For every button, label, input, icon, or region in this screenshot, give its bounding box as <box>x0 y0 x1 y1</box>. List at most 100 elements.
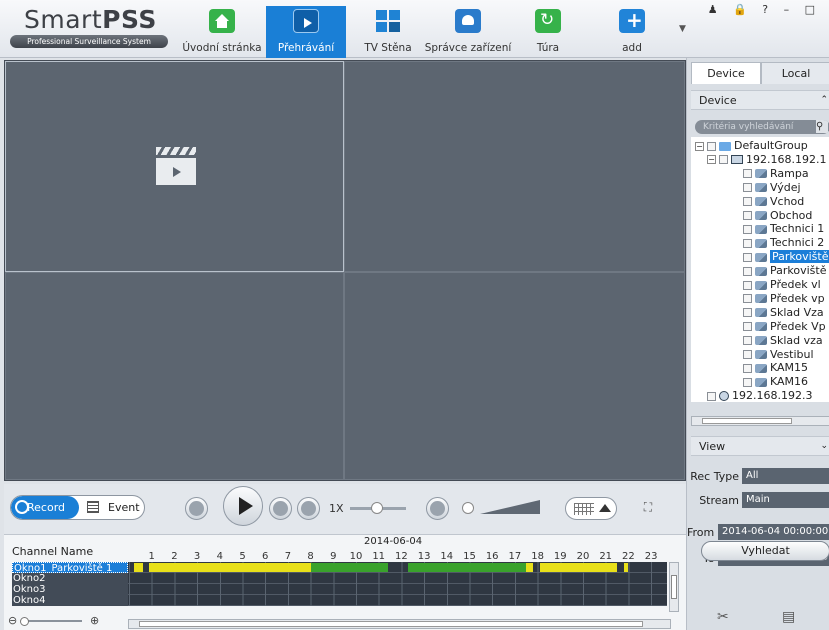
tab-record[interactable]: Record <box>11 496 79 519</box>
tree-camera-node[interactable]: Parkoviště <box>743 264 827 277</box>
device-section-header[interactable]: Device ⌃ <box>691 90 829 110</box>
tree-device-node[interactable]: 192.168.192.3 <box>707 389 812 402</box>
tree-camera-node[interactable]: Obchod <box>743 209 812 222</box>
tree-camera-node[interactable]: Výdej <box>743 181 801 194</box>
audio-button[interactable] <box>426 497 449 520</box>
tree-checkbox[interactable] <box>707 391 716 401</box>
timeline-row[interactable]: Okno2 <box>12 573 667 584</box>
tree-group-node[interactable]: − DefaultGroup <box>695 139 808 152</box>
tree-camera-node[interactable]: Technici 2 <box>743 236 824 249</box>
timeline-row-label[interactable]: Okno3 <box>12 584 128 595</box>
nav-tour[interactable]: Túra <box>526 6 570 58</box>
tree-camera-node[interactable]: KAM15 <box>743 361 808 374</box>
tree-checkbox[interactable] <box>743 252 752 262</box>
search-button[interactable]: Vyhledat <box>701 541 829 561</box>
next-frame-button[interactable] <box>297 497 320 520</box>
tree-checkbox[interactable] <box>743 238 752 248</box>
tree-camera-node[interactable]: Předek Vp <box>743 320 826 333</box>
tab-event[interactable]: Event <box>83 496 144 519</box>
record-segment[interactable] <box>526 563 534 572</box>
tree-camera-node[interactable]: Předek vl <box>743 278 821 291</box>
volume-slider-handle[interactable] <box>462 502 474 514</box>
timeline-row-label[interactable]: Okno2 <box>12 573 128 584</box>
tree-camera-node[interactable]: Sklad Vza <box>743 306 824 319</box>
tree-checkbox[interactable] <box>707 141 716 151</box>
view-section-header[interactable]: View ⌄ <box>691 436 829 456</box>
from-datetime-field[interactable]: 2014-06-04 00:00:00 <box>718 524 829 540</box>
layout-select-button[interactable] <box>565 497 617 520</box>
export-icon[interactable]: ▤ <box>782 609 795 625</box>
tree-checkbox[interactable] <box>743 224 752 234</box>
video-pane-1[interactable] <box>5 61 344 272</box>
tab-local[interactable]: Local <box>761 62 829 84</box>
speed-slider-handle[interactable] <box>371 502 383 514</box>
rec-type-select[interactable]: All <box>742 468 829 484</box>
tab-device[interactable]: Device <box>691 62 761 84</box>
timeline-track[interactable] <box>129 584 667 595</box>
tree-checkbox[interactable] <box>743 294 752 304</box>
tree-camera-node[interactable]: Rampa <box>743 167 809 180</box>
tree-camera-node[interactable]: Sklad vza <box>743 334 823 347</box>
timeline-row[interactable]: Okno1_Parkoviště 1 <box>12 562 667 573</box>
timeline-vscroll[interactable] <box>669 562 679 612</box>
device-search-input[interactable]: Kritéria vyhledávání ⚲ <box>695 120 829 134</box>
tree-camera-node[interactable]: Parkoviště <box>743 250 829 264</box>
nav-playback[interactable]: Přehrávání <box>266 6 346 58</box>
stream-select[interactable]: Main <box>742 492 829 508</box>
timeline-hscroll[interactable] <box>128 619 671 629</box>
timeline-row[interactable]: Okno3 <box>12 584 667 595</box>
tree-checkbox[interactable] <box>743 350 752 359</box>
tree-checkbox[interactable] <box>743 183 752 193</box>
window-controls[interactable]: ♟ 🔒 ? – □ <box>708 3 821 16</box>
record-segment[interactable] <box>539 563 618 572</box>
fullscreen-icon[interactable]: ⛶ <box>640 499 656 515</box>
tree-hscroll[interactable] <box>691 416 829 426</box>
timeline-track[interactable] <box>129 573 667 584</box>
tree-camera-node[interactable]: Vchod <box>743 195 804 208</box>
timeline-row[interactable]: Okno4 <box>12 595 667 606</box>
video-pane-3[interactable] <box>5 272 344 480</box>
timeline-row-label[interactable]: Okno4 <box>12 595 128 606</box>
record-segment[interactable] <box>133 563 143 572</box>
stop-button[interactable] <box>269 497 292 520</box>
tree-checkbox[interactable] <box>743 336 752 346</box>
tree-checkbox[interactable] <box>743 280 752 290</box>
tree-checkbox[interactable] <box>743 266 752 276</box>
tree-checkbox[interactable] <box>719 155 728 165</box>
search-icon[interactable]: ⚲ <box>816 120 828 133</box>
tree-checkbox[interactable] <box>743 363 752 373</box>
tree-checkbox[interactable] <box>743 211 752 220</box>
play-button[interactable] <box>223 486 263 526</box>
motion-segment[interactable] <box>310 563 388 572</box>
nav-more-icon[interactable]: ▼ <box>679 24 686 34</box>
zoom-slider-handle[interactable] <box>20 617 29 626</box>
video-pane-4[interactable] <box>344 272 685 480</box>
sync-button[interactable] <box>185 497 208 520</box>
clip-icon[interactable]: ✂ <box>717 609 729 625</box>
nav-add[interactable]: add <box>610 6 654 58</box>
collapse-toggle-icon[interactable]: − <box>695 141 704 151</box>
timeline-track[interactable] <box>129 562 667 573</box>
timeline-track[interactable] <box>129 595 667 606</box>
nav-tv-wall[interactable]: TV Stěna <box>360 6 416 58</box>
tree-checkbox[interactable] <box>743 169 752 179</box>
nav-device-manager[interactable]: Správce zařízení <box>420 6 516 58</box>
timeline-row-label[interactable]: Okno1_Parkoviště 1 <box>12 562 128 573</box>
record-segment[interactable] <box>623 563 629 572</box>
tree-device-node[interactable]: − 192.168.192.1 <box>707 153 826 166</box>
motion-segment[interactable] <box>408 563 527 572</box>
collapse-toggle-icon[interactable]: − <box>707 155 716 165</box>
tree-camera-node[interactable]: KAM16 <box>743 375 808 388</box>
tree-camera-node[interactable]: Vestibul <box>743 348 814 361</box>
record-segment[interactable] <box>149 563 311 572</box>
zoom-slider[interactable] <box>22 620 82 622</box>
zoom-out-icon[interactable]: ⊖ <box>8 614 17 627</box>
tree-checkbox[interactable] <box>743 197 752 207</box>
nav-home[interactable]: Úvodní stránka <box>180 6 264 58</box>
zoom-in-icon[interactable]: ⊕ <box>90 614 99 627</box>
tree-checkbox[interactable] <box>743 322 752 332</box>
tree-camera-node[interactable]: Technici 1 <box>743 222 824 235</box>
tree-camera-node[interactable]: Předek vp <box>743 292 825 305</box>
volume-slider[interactable] <box>480 500 540 514</box>
tree-checkbox[interactable] <box>743 308 752 318</box>
